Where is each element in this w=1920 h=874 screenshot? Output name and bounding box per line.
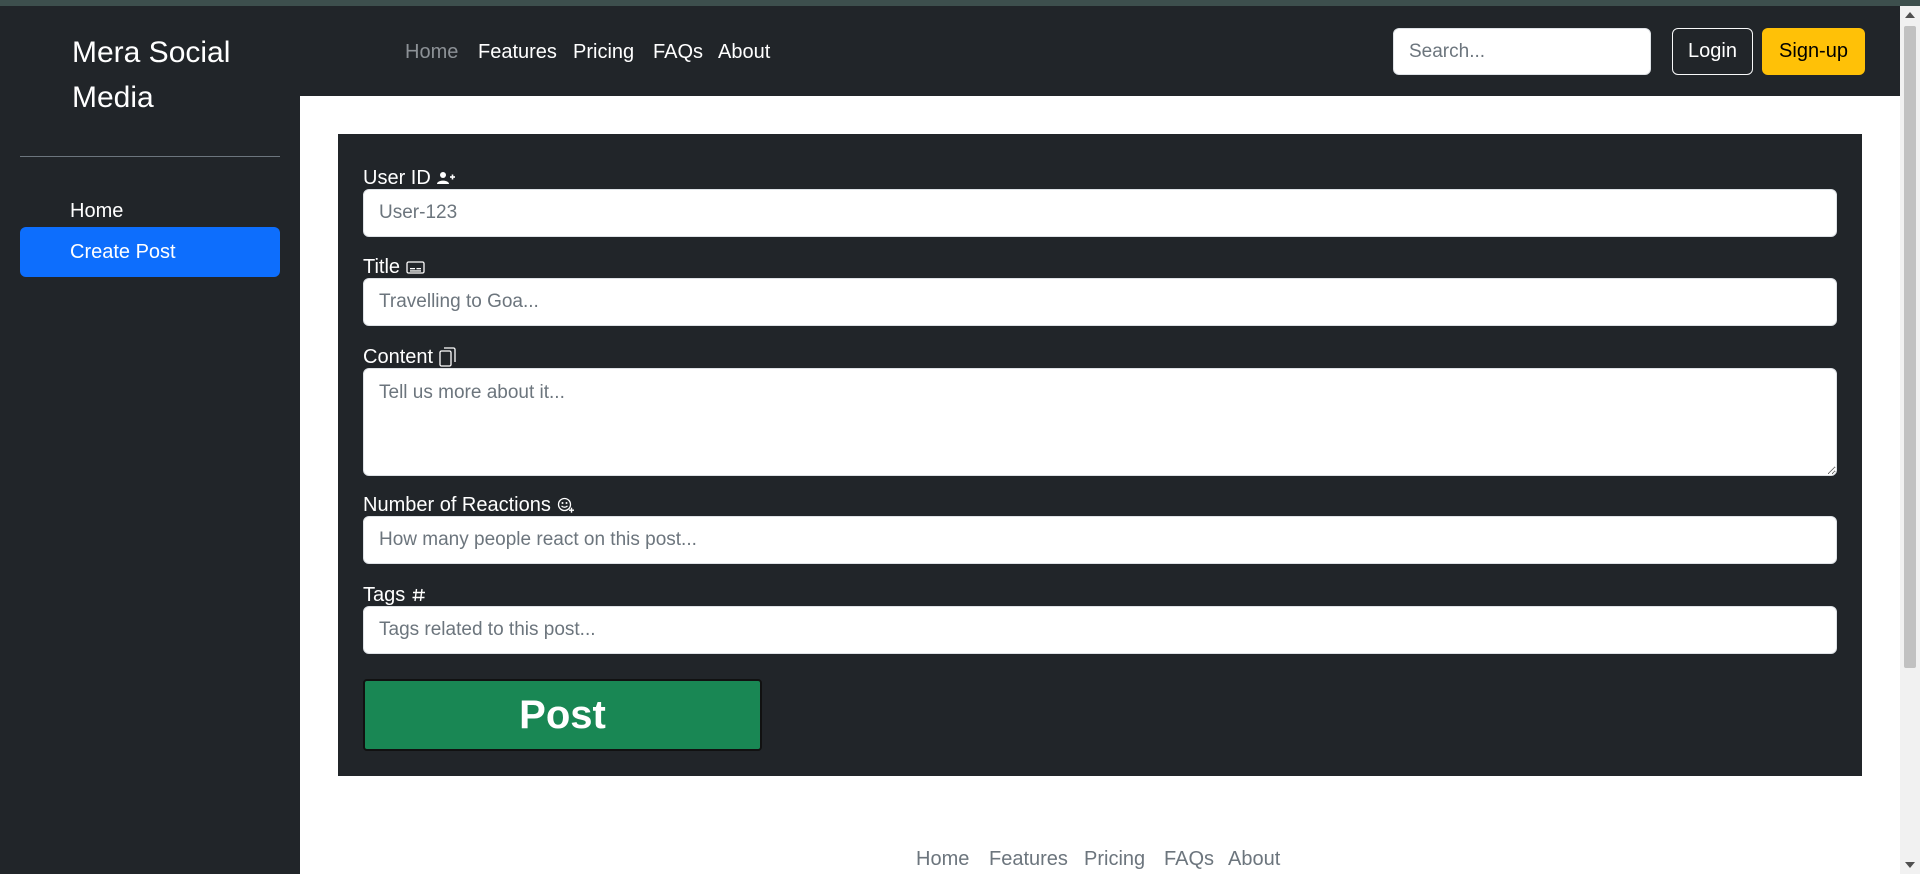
create-post-form: User ID Title Content Number of Reaction… [338,134,1862,776]
user-id-label: User ID [363,166,455,190]
subtitles-icon [406,260,425,274]
title-label: Title [363,255,425,279]
person-plus-icon [436,172,455,184]
title-input[interactable] [363,278,1837,326]
scroll-down-arrow-icon[interactable] [1905,862,1915,868]
emoji-plus-icon [557,497,574,513]
content-label: Content [363,345,457,369]
sidebar: Mera Social Media Home Create Post [0,6,300,874]
nav-link-about[interactable]: About [718,40,770,64]
brand-name[interactable]: Mera Social Media [72,30,282,120]
reactions-input[interactable] [363,516,1837,564]
footer-link-faqs[interactable]: FAQs [1164,847,1214,871]
user-id-label-text: User ID [363,167,431,189]
user-id-input[interactable] [363,189,1837,237]
reactions-label: Number of Reactions [363,493,575,517]
signup-button[interactable]: Sign-up [1762,28,1865,75]
content-label-text: Content [363,346,434,368]
sidebar-divider [20,156,280,157]
nav-link-pricing[interactable]: Pricing [573,40,634,64]
tags-label: Tags [363,583,427,607]
footer-link-home[interactable]: Home [916,847,969,871]
footer-link-pricing[interactable]: Pricing [1084,847,1145,871]
tags-label-text: Tags [363,584,406,606]
reactions-label-text: Number of Reactions [363,494,551,516]
nav-link-home[interactable]: Home [405,40,458,64]
tags-input[interactable] [363,606,1837,654]
scrollbar-thumb[interactable] [1904,26,1916,668]
footer-link-features[interactable]: Features [989,847,1068,871]
footer-link-about[interactable]: About [1228,847,1280,871]
scroll-up-arrow-icon[interactable] [1905,12,1915,18]
content-textarea[interactable] [363,368,1837,476]
login-button[interactable]: Login [1672,28,1753,75]
search-input[interactable] [1393,28,1651,75]
post-button[interactable]: Post [363,679,762,751]
nav-link-features[interactable]: Features [478,40,557,64]
top-navbar: Home Features Pricing FAQs About Login S… [300,6,1900,96]
sidebar-item-create-post[interactable]: Create Post [20,227,280,277]
vertical-scrollbar[interactable] [1900,6,1920,874]
nav-link-faqs[interactable]: FAQs [653,40,703,64]
hash-icon [412,588,426,602]
title-label-text: Title [363,256,401,278]
files-icon [439,347,456,367]
